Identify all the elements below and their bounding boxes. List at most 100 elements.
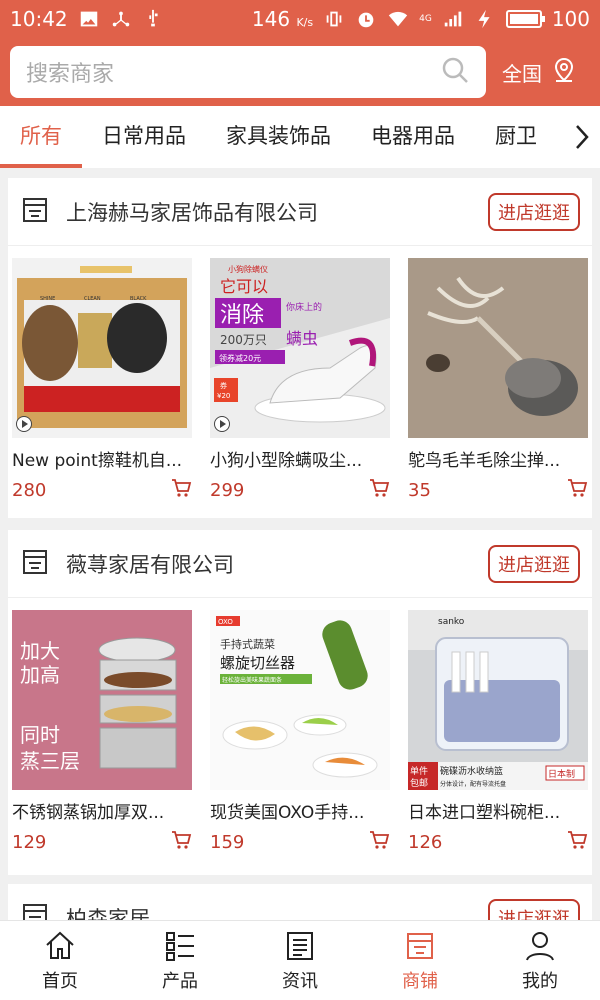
tab-furniture-decor[interactable]: 家具装饰品 [206,106,351,168]
product-image-label: 你床上的 [286,301,322,313]
product-image-label: 同时 [20,723,60,747]
product-image[interactable]: 加大 加高 同时 蒸三层 [12,610,192,790]
vibrate-icon [323,8,345,30]
nav-label: 产品 [162,970,198,992]
product-name[interactable]: 小狗小型除螨吸尘... [210,446,390,471]
shop-icon [407,932,433,959]
product-name[interactable]: New point擦鞋机自... [12,446,192,471]
product-name[interactable]: 鸵鸟毛羊毛除尘掸... [408,446,588,471]
battery-level: 100 [551,7,590,31]
product-image-label: 券 [220,381,227,390]
shop-card: 薇荨家居有限公司 进店逛逛 加大 加高 同时 蒸三层 不锈钢蒸锅加厚双... 1… [8,530,592,875]
visit-shop-button[interactable]: 进店逛逛 [488,544,580,583]
product-name[interactable]: 现货美国OXO手持... [210,798,390,823]
search-placeholder: 搜索商家 [26,62,115,87]
product-image-label: BLACK [130,296,147,302]
add-to-cart-icon[interactable] [566,477,588,503]
chevron-right-icon [576,125,589,149]
product-price: 129 [12,831,47,853]
nav-label: 商铺 [402,970,438,992]
network-speed-unit: K/s [296,16,314,29]
shop-card-header: 薇荨家居有限公司 进店逛逛 [8,530,592,598]
shop-list: 上海赫马家居饰品有限公司 进店逛逛 SHINE CLEAN BLACK New … [0,168,600,920]
share-icon [110,8,132,30]
nav-products[interactable]: 产品 [120,921,240,1000]
category-tabs: 所有 日常用品 家具装饰品 电器用品 厨卫 [0,106,600,168]
add-to-cart-icon[interactable] [368,477,390,503]
product-image-label: 日本制 [548,768,575,780]
product-image-label: 蒸三层 [20,749,80,773]
product-image[interactable] [408,258,588,438]
product-image[interactable]: sanko 单件 包邮 碗碟沥水收纳篮 分体设计，配有导流托盘 日本制 [408,610,588,790]
add-to-cart-icon[interactable] [566,829,588,855]
product-item[interactable]: sanko 单件 包邮 碗碟沥水收纳篮 分体设计，配有导流托盘 日本制 日本进口… [408,610,588,855]
product-image-label: 加高 [20,663,60,687]
product-item[interactable]: 鸵鸟毛羊毛除尘掸... 35 [408,258,588,503]
tab-all[interactable]: 所有 [0,106,82,168]
product-price: 299 [210,479,245,501]
product-image-label: ¥20 [217,392,230,400]
location-pin-icon [550,56,578,89]
network-speed: 146 [251,7,291,31]
battery-icon [505,10,545,28]
bottom-navigation: 首页 产品 资讯 商铺 我的 [0,920,600,1000]
nav-label: 首页 [42,970,78,992]
tabs-scroll-right-button[interactable] [564,106,600,168]
product-image-label: SHINE [40,296,55,302]
wifi-icon [387,8,409,30]
nav-news[interactable]: 资讯 [240,921,360,1000]
product-name[interactable]: 日本进口塑料碗柜... [408,798,588,823]
nav-shops[interactable]: 商铺 [360,921,480,1000]
product-image-label: 包邮 [410,777,428,789]
signal-icon [442,8,464,30]
region-label: 全国 [502,61,542,86]
product-price: 280 [12,479,47,501]
tab-appliances[interactable]: 电器用品 [351,106,475,168]
nav-home[interactable]: 首页 [0,921,120,1000]
product-image[interactable]: 小狗除螨仪 它可以 消除 你床上的 200万只 螨虫 领券减20元 券 ¥20 [210,258,390,438]
search-input[interactable]: 搜索商家 [10,46,486,98]
shop-name[interactable]: 柏森家居 [66,903,488,921]
news-icon [287,931,313,960]
shop-name[interactable]: 薇荨家居有限公司 [66,549,488,579]
user-icon [526,931,554,961]
product-item[interactable]: 加大 加高 同时 蒸三层 不锈钢蒸锅加厚双... 129 [12,610,192,855]
list-icon [166,931,194,961]
add-to-cart-icon[interactable] [170,829,192,855]
product-image-label: sanko [438,617,465,627]
add-to-cart-icon[interactable] [170,477,192,503]
shop-icon [20,195,50,229]
region-selector[interactable]: 全国 [502,56,578,89]
shop-icon [20,547,50,581]
product-image-label: 消除 [220,303,264,328]
product-image-label: 螨虫 [286,329,318,348]
shop-name[interactable]: 上海赫马家居饰品有限公司 [66,197,488,227]
product-name[interactable]: 不锈钢蒸锅加厚双... [12,798,192,823]
video-play-icon [16,416,32,432]
product-image-label: CLEAN [84,296,101,302]
product-item[interactable]: 小狗除螨仪 它可以 消除 你床上的 200万只 螨虫 领券减20元 券 ¥20 … [210,258,390,503]
visit-shop-button[interactable]: 进店逛逛 [488,192,580,231]
product-price: 159 [210,831,245,853]
product-item[interactable]: OXO 手持式蔬菜 螺旋切丝器 轻松旋出美味果蔬面条 现货美国OXO手持... … [210,610,390,855]
visit-shop-button[interactable]: 进店逛逛 [488,898,580,920]
nav-label: 资讯 [282,970,318,992]
shop-card-header: 柏森家居 进店逛逛 [8,884,592,920]
product-price: 35 [408,479,431,501]
product-item[interactable]: SHINE CLEAN BLACK New point擦鞋机自... 280 [12,258,192,503]
product-image-label: 螺旋切丝器 [220,654,295,672]
product-image-label: 碗碟沥水收纳篮 [440,765,503,777]
nav-label: 我的 [522,970,558,992]
alarm-icon [355,8,377,30]
nav-me[interactable]: 我的 [480,921,600,1000]
tab-daily-goods[interactable]: 日常用品 [82,106,206,168]
network-type: 4G [419,14,432,24]
product-image-label: 它可以 [220,277,268,296]
product-image[interactable]: SHINE CLEAN BLACK [12,258,192,438]
add-to-cart-icon[interactable] [368,829,390,855]
product-price: 126 [408,831,443,853]
product-image-label: OXO [218,618,233,626]
search-icon[interactable] [440,55,470,89]
tab-kitchen-bath[interactable]: 厨卫 [475,106,557,168]
product-image[interactable]: OXO 手持式蔬菜 螺旋切丝器 轻松旋出美味果蔬面条 [210,610,390,790]
